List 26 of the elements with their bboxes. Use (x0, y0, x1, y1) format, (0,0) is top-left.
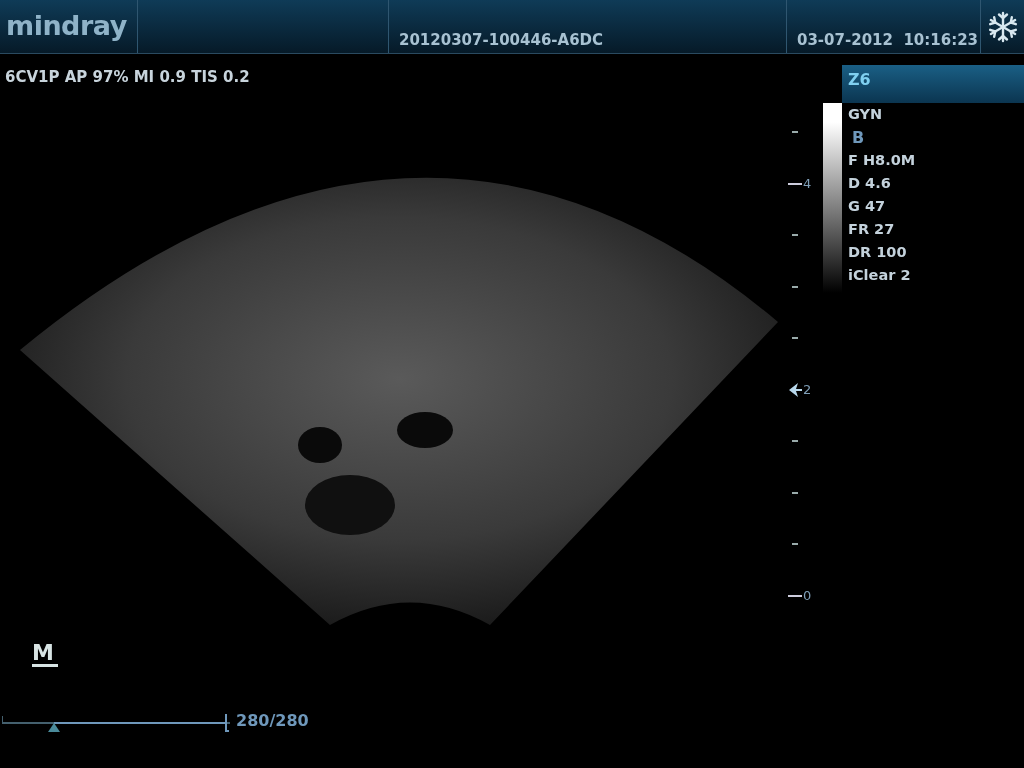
parameter-label: G 47 (848, 197, 887, 216)
scale-tick (792, 234, 798, 236)
depth-label: 0 (803, 588, 812, 602)
parameter-label: FR 27 (848, 220, 896, 239)
parameter-label: GYN (848, 105, 884, 124)
scale-tick (792, 440, 798, 442)
exam-id: 20120307-100446-A6DC (399, 29, 604, 51)
depth-label: 4 (803, 176, 812, 190)
scale-tick (792, 131, 798, 133)
body-mark: M (32, 642, 58, 667)
scale-tick (792, 543, 798, 545)
parameter-label: DR 100 (848, 243, 908, 262)
date-time: 03-07-2012 10:16:23 (797, 29, 978, 51)
panel-title: Z6 (842, 65, 1024, 103)
scale-tick (792, 337, 798, 339)
scale-tick (792, 285, 798, 288)
parameter-label: D 4.6 (848, 174, 892, 193)
parameter-label: iClear 2 (848, 266, 912, 285)
scale-tick (792, 491, 798, 494)
snowflake-icon[interactable] (987, 10, 1019, 43)
imaging-mode: B (851, 127, 866, 149)
frame-counter: 280/280 (236, 710, 309, 732)
probe-info: 6CV1P AP 97% MI 0.9 TIS 0.2 (4, 67, 251, 88)
logo: mindray (6, 9, 127, 44)
depth-label: 2 (803, 382, 812, 396)
parameter-label: F H8.0M (848, 151, 916, 170)
